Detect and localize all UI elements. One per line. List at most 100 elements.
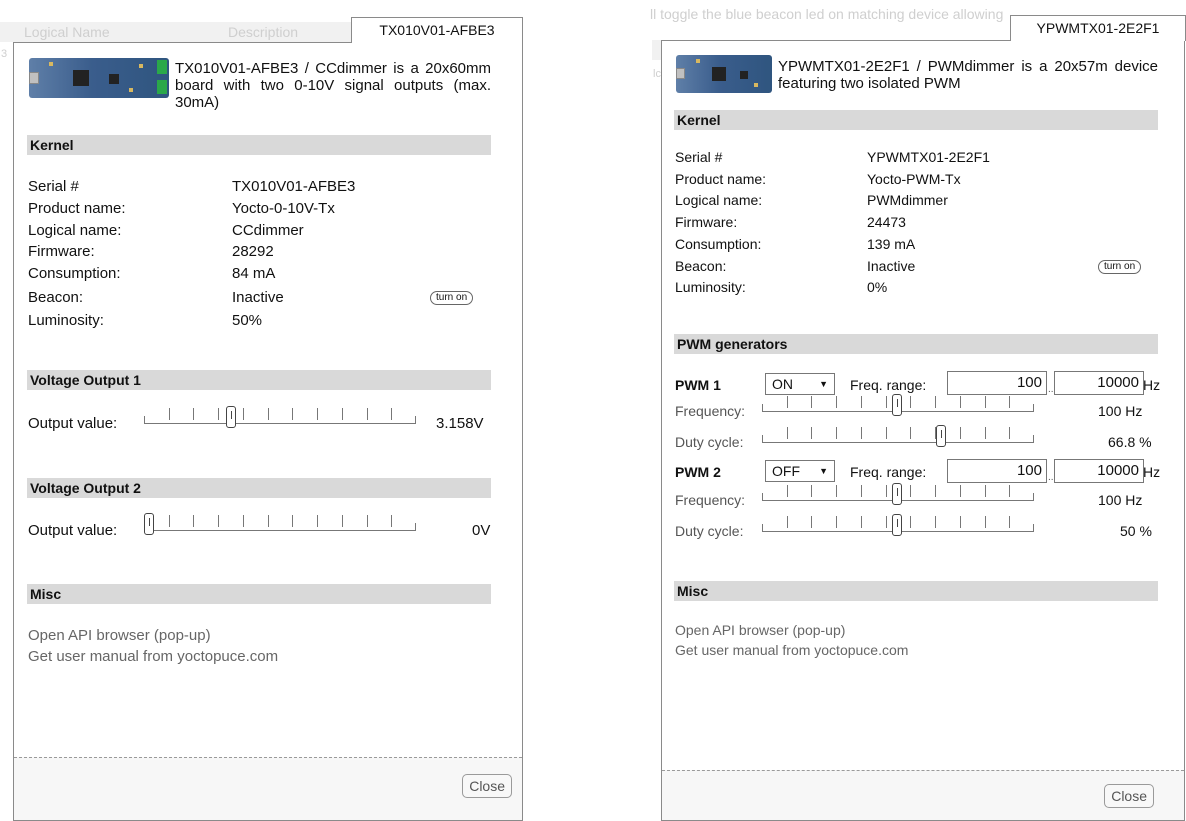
slider-tick	[935, 485, 936, 497]
slider-handle-stem	[941, 430, 942, 438]
slider-tick	[960, 396, 961, 408]
pwm2-range-max-input[interactable]: 10000	[1054, 459, 1144, 483]
slider-tick	[861, 427, 862, 439]
slider-tick	[193, 515, 194, 527]
slider-handle-stem	[149, 518, 150, 526]
slider-tick	[169, 515, 170, 527]
pwm2-state-value: OFF	[772, 463, 800, 479]
slider-tick	[367, 408, 368, 420]
section-voltage-output-1: Voltage Output 1	[27, 370, 491, 390]
section-misc: Misc	[27, 584, 491, 604]
pwm2-frequency-value: 100 Hz	[1098, 492, 1143, 508]
pwm1-frequency-label: Frequency:	[675, 403, 746, 419]
close-button[interactable]: Close	[1104, 784, 1154, 808]
kernel-label-beacon: Beacon:	[675, 258, 727, 274]
window-body: TX010V01-AFBE3 / CCdimmer is a 20x60mm b…	[14, 43, 522, 757]
device-tab-right[interactable]: YPWMTX01-2E2F1	[1010, 15, 1186, 41]
slider-tick	[317, 408, 318, 420]
slider-tick	[886, 396, 887, 408]
kernel-label-logical-name: Logical name:	[675, 192, 763, 208]
kernel-label-firmware: Firmware:	[675, 214, 738, 230]
slider-tick	[836, 427, 837, 439]
slider-tick	[935, 516, 936, 528]
slider-tick	[811, 396, 812, 408]
device-description: TX010V01-AFBE3 / CCdimmer is a 20x60mm b…	[175, 60, 491, 111]
slider-tick	[342, 515, 343, 527]
user-manual-link[interactable]: Get user manual from yoctopuce.com	[675, 642, 908, 659]
slider-tick	[1009, 485, 1010, 497]
pwm2-state-select[interactable]: OFF ▼	[765, 460, 835, 482]
slider-tick	[910, 516, 911, 528]
voltage2-slider[interactable]	[144, 510, 416, 536]
kernel-value-consumption: 84 mA	[232, 265, 276, 282]
device-tab-left[interactable]: TX010V01-AFBE3	[351, 17, 523, 43]
user-manual-link[interactable]: Get user manual from yoctopuce.com	[28, 648, 278, 665]
kernel-value-serial: TX010V01-AFBE3	[232, 178, 356, 195]
kernel-label-serial: Serial #	[28, 178, 79, 195]
slider-tick	[910, 485, 911, 497]
kernel-value-firmware: 24473	[867, 214, 906, 230]
window-footer: Close	[662, 770, 1184, 820]
slider-tick	[811, 427, 812, 439]
kernel-label-luminosity: Luminosity:	[28, 312, 104, 329]
open-api-browser-link[interactable]: Open API browser (pop-up)	[675, 622, 845, 639]
slider-tick	[886, 485, 887, 497]
kernel-value-serial: YPWMTX01-2E2F1	[867, 149, 990, 165]
pwm1-range-max-input[interactable]: 10000	[1054, 371, 1144, 395]
pwm2-frequency-label: Frequency:	[675, 492, 746, 508]
open-api-browser-link[interactable]: Open API browser (pop-up)	[28, 627, 211, 644]
voltage1-slider[interactable]	[144, 403, 416, 429]
slider-tick	[787, 485, 788, 497]
section-misc: Misc	[674, 581, 1158, 601]
slider-tick	[960, 427, 961, 439]
kernel-label-consumption: Consumption:	[28, 265, 121, 282]
slider-tick	[787, 427, 788, 439]
voltage2-label: Output value:	[28, 522, 118, 539]
kernel-value-luminosity: 0%	[867, 279, 888, 295]
pwm1-duty-slider[interactable]	[762, 422, 1034, 448]
section-kernel: Kernel	[674, 110, 1158, 130]
kernel-label-beacon: Beacon:	[28, 289, 84, 306]
slider-tick	[391, 408, 392, 420]
slider-tick	[985, 396, 986, 408]
kernel-value-beacon: Inactive	[232, 289, 284, 306]
background-column-logical-name: Logical Name	[24, 24, 110, 40]
kernel-value-product: Yocto-0-10V-Tx	[232, 200, 335, 217]
kernel-label-firmware: Firmware:	[28, 243, 95, 260]
slider-tick	[243, 408, 244, 420]
device-thumbnail	[29, 58, 169, 98]
beacon-turn-on-button[interactable]: turn on	[1098, 260, 1142, 274]
chevron-down-icon: ▼	[819, 466, 828, 476]
slider-tick	[861, 396, 862, 408]
slider-tick	[960, 516, 961, 528]
slider-track[interactable]	[144, 416, 416, 424]
pwm2-frequency-slider[interactable]	[762, 480, 1034, 506]
slider-tick	[861, 516, 862, 528]
window-body: YPWMTX01-2E2F1 / PWMdimmer is a 20x57m d…	[662, 41, 1184, 757]
pwm1-state-value: ON	[772, 376, 793, 392]
slider-track[interactable]	[144, 523, 416, 531]
slider-tick	[391, 515, 392, 527]
slider-tick	[910, 427, 911, 439]
slider-track[interactable]	[762, 435, 1034, 443]
pwm1-hz-unit: Hz	[1143, 377, 1161, 393]
pwm2-duty-slider[interactable]	[762, 511, 1034, 537]
voltage1-value: 3.158V	[436, 415, 484, 432]
section-voltage-output-2: Voltage Output 2	[27, 478, 491, 498]
pwm1-frequency-slider[interactable]	[762, 391, 1034, 417]
slider-handle-stem	[231, 411, 232, 419]
slider-tick	[268, 408, 269, 420]
slider-tick	[811, 485, 812, 497]
slider-tick	[1009, 516, 1010, 528]
slider-tick	[811, 516, 812, 528]
slider-tick	[268, 515, 269, 527]
kernel-value-logical-name: PWMdimmer	[867, 192, 948, 208]
slider-tick	[292, 515, 293, 527]
close-button[interactable]: Close	[462, 774, 512, 798]
kernel-value-product: Yocto-PWM-Tx	[867, 171, 961, 187]
slider-tick	[243, 515, 244, 527]
pwm2-name: PWM 2	[675, 464, 721, 480]
pwm2-hz-unit: Hz	[1143, 464, 1161, 480]
kernel-value-firmware: 28292	[232, 243, 274, 260]
beacon-turn-on-button[interactable]: turn on	[430, 291, 474, 305]
